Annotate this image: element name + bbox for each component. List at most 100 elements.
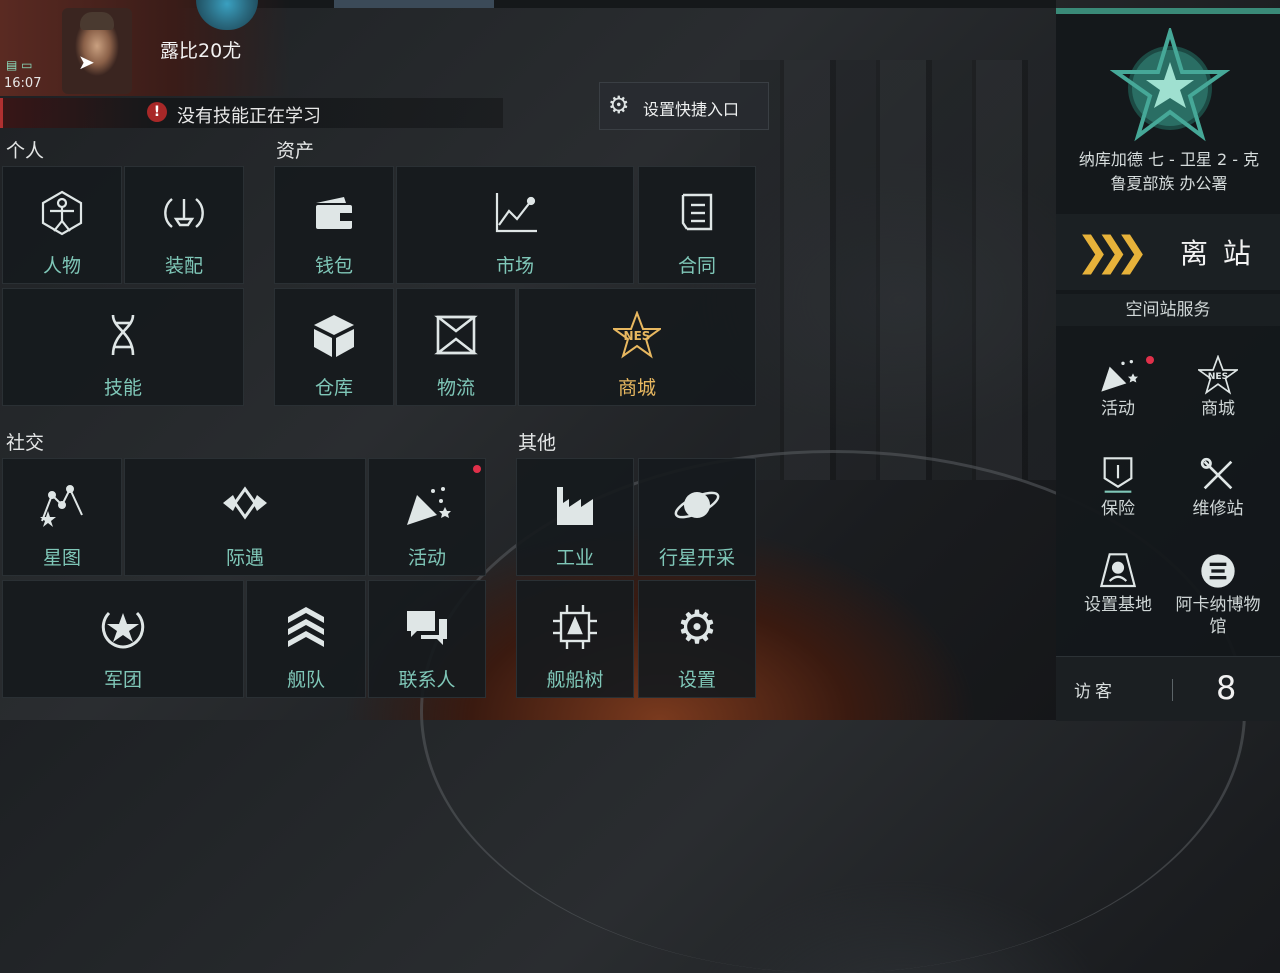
factory-icon	[517, 481, 633, 531]
svg-text:⚙: ⚙	[676, 603, 717, 651]
tile-label: 星图	[42, 547, 81, 569]
tile-label: 活动	[407, 547, 446, 569]
service-repair[interactable]: 维修站	[1168, 452, 1268, 520]
clock: 16:07	[4, 76, 42, 91]
tile-label: 行星开采	[658, 547, 735, 569]
tile-settings[interactable]: ⚙ 设置	[638, 580, 756, 698]
station-name: 纳库加德 七 - 卫星 2 - 克 鲁夏部族 办公署	[1062, 148, 1276, 196]
planet-icon	[639, 481, 755, 531]
quick-entry-label: 设置快捷入口	[643, 100, 740, 119]
tile-contracts[interactable]: 合同	[638, 166, 756, 284]
section-social: 社交	[6, 432, 45, 454]
undock-label: 离 站	[1180, 237, 1254, 270]
gear-icon: ⚙	[608, 91, 630, 119]
tile-label: 钱包	[314, 255, 353, 277]
tile-store[interactable]: NES 商城	[518, 288, 756, 406]
fitting-icon	[125, 189, 243, 239]
service-museum[interactable]: 阿卡纳博物 馆	[1168, 548, 1268, 638]
service-label: 设置基地	[1084, 595, 1152, 615]
tile-logistics[interactable]: 物流	[396, 288, 516, 406]
dna-icon	[3, 311, 243, 361]
avatar[interactable]	[62, 8, 132, 94]
service-events[interactable]: 活动	[1068, 352, 1168, 420]
visitor-count: 8	[1216, 669, 1237, 707]
tile-label: 商城	[617, 377, 656, 399]
service-store[interactable]: NES 商城	[1168, 352, 1268, 420]
star-badge-icon	[3, 603, 243, 653]
tile-market[interactable]: 市场	[396, 166, 634, 284]
panel-accent-line	[1056, 8, 1280, 14]
wrench-screwdriver-icon	[1168, 452, 1268, 498]
station-emblem-icon	[1109, 25, 1231, 148]
nes-star-icon: NES	[1168, 352, 1268, 398]
tile-hangar[interactable]: 仓库	[274, 288, 394, 406]
section-other: 其他	[518, 432, 557, 454]
tile-label: 设置	[677, 669, 716, 691]
service-label: 商城	[1201, 399, 1235, 419]
station-name-line: 鲁夏部族 办公署	[1110, 174, 1228, 193]
notification-dot	[473, 465, 481, 473]
wallet-icon	[275, 189, 393, 239]
tile-wallet[interactable]: 钱包	[274, 166, 394, 284]
tile-label: 舰船树	[546, 669, 604, 691]
section-personal: 个人	[6, 140, 45, 162]
tile-label: 技能	[103, 377, 142, 399]
vitruvian-icon	[3, 189, 121, 239]
tile-legion[interactable]: 军团	[2, 580, 244, 698]
constellation-icon	[3, 481, 121, 531]
service-set-home[interactable]: 设置基地	[1068, 548, 1168, 616]
encounter-icon	[125, 481, 365, 531]
party-popper-icon	[369, 481, 485, 531]
gear-icon: ⚙	[639, 603, 755, 653]
set-quick-entry-button[interactable]: ⚙ 设置快捷入口	[599, 82, 769, 130]
chat-bubbles-icon	[369, 603, 485, 653]
chart-line-icon	[397, 189, 633, 239]
museum-icon	[1168, 548, 1268, 594]
undock-button[interactable]: ❯❯❯ 离 站	[1056, 214, 1280, 290]
svg-text:NES: NES	[624, 329, 651, 343]
service-insurance[interactable]: 保险	[1068, 452, 1168, 520]
cube-icon	[275, 311, 393, 361]
station-services-title: 空间站服务	[1056, 294, 1280, 326]
visitor-panel[interactable]: 访客 8	[1056, 656, 1280, 721]
tile-label: 人物	[42, 255, 81, 277]
tile-label: 工业	[555, 547, 594, 569]
tile-starmap[interactable]: 星图	[2, 458, 122, 576]
tile-label: 物流	[436, 377, 475, 399]
undock-chevron-icon: ❯❯❯	[1076, 229, 1148, 275]
service-label: 维修站	[1192, 499, 1244, 519]
tile-events[interactable]: 活动	[368, 458, 486, 576]
corp-badge-icon[interactable]	[196, 0, 258, 30]
skill-queue-bar[interactable]: ! 没有技能正在学习	[0, 98, 503, 128]
tile-label: 装配	[164, 255, 203, 277]
tile-fitting[interactable]: 装配	[124, 166, 244, 284]
tile-industry[interactable]: 工业	[516, 458, 634, 576]
service-label: 阿卡纳博物	[1175, 595, 1261, 615]
signal-battery-icon: ▤ ▭	[6, 58, 33, 72]
nes-star-icon: NES	[519, 311, 755, 361]
warning-icon: !	[147, 102, 167, 122]
visitor-label: 访客	[1074, 682, 1116, 702]
tile-ship-tree[interactable]: 舰船树	[516, 580, 634, 698]
character-profile[interactable]: 露比20尤 ▤ ▭ 16:07 ➤	[0, 0, 290, 96]
tile-skills[interactable]: 技能	[2, 288, 244, 406]
tile-character[interactable]: 人物	[2, 166, 122, 284]
tile-label: 军团	[103, 669, 142, 691]
service-label: 保险	[1101, 499, 1135, 519]
service-label: 馆	[1209, 617, 1227, 637]
notification-dot	[1146, 356, 1154, 364]
chevrons-icon	[247, 603, 365, 653]
station-background	[740, 60, 1070, 480]
tile-label: 市场	[495, 255, 534, 277]
top-strip-segment	[334, 0, 494, 8]
station-name-line: 纳库加德 七 - 卫星 2 - 克	[1078, 150, 1260, 169]
insurance-shield-icon	[1068, 452, 1168, 498]
tile-contacts[interactable]: 联系人	[368, 580, 486, 698]
home-base-icon	[1068, 548, 1168, 594]
tile-fleet[interactable]: 舰队	[246, 580, 366, 698]
station-panel: 纳库加德 七 - 卫星 2 - 克 鲁夏部族 办公署 ❯❯❯ 离 站 空间站服务…	[1056, 8, 1280, 721]
skill-queue-status: 没有技能正在学习	[177, 106, 321, 127]
tile-encounters[interactable]: 际遇	[124, 458, 366, 576]
box-frame-icon	[397, 311, 515, 361]
tile-planetary-mining[interactable]: 行星开采	[638, 458, 756, 576]
